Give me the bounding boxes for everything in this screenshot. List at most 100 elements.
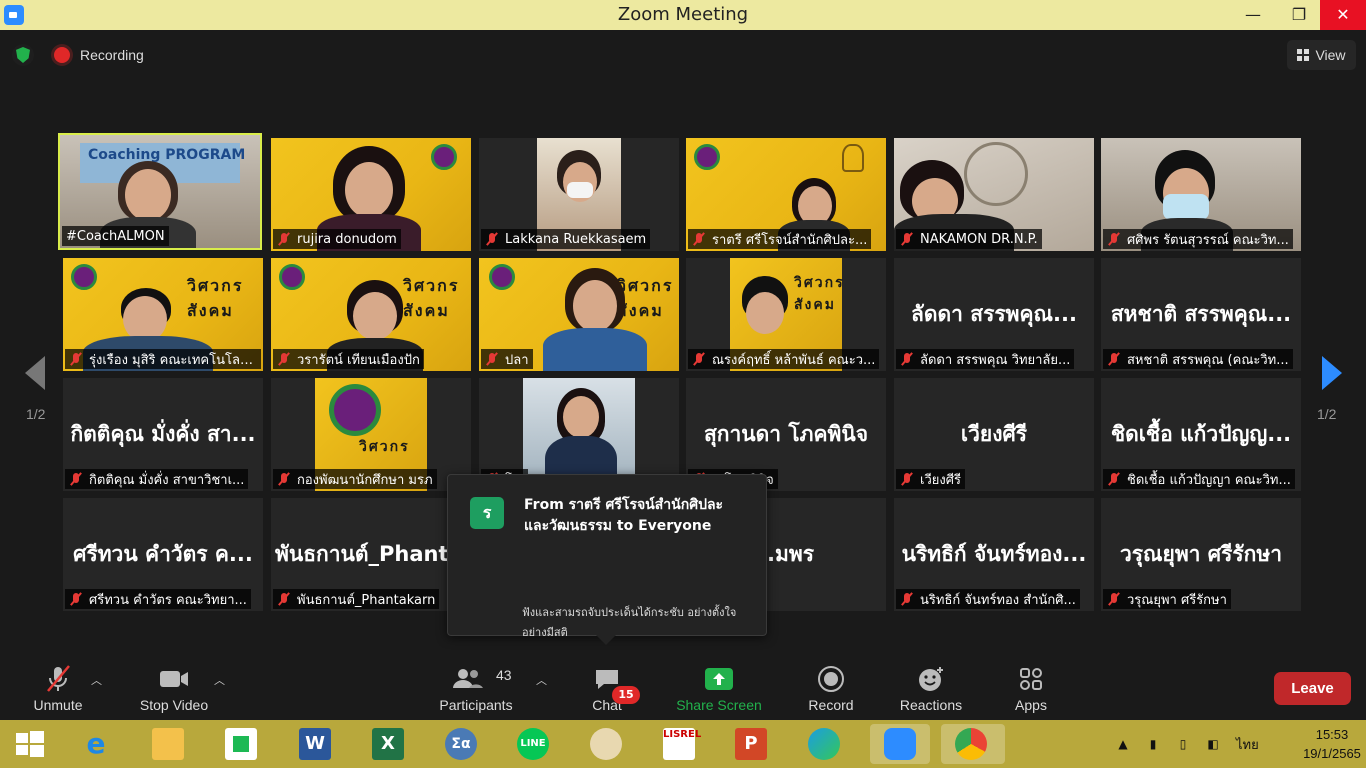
participant-display-name: กิตติคุณ มั่งคั่ง สา... — [70, 422, 256, 446]
chrome-icon — [955, 728, 987, 760]
taskbar-math-input[interactable]: Σα — [441, 724, 481, 764]
audio-options-chevron-icon[interactable]: ︿ — [91, 672, 102, 688]
participant-name: วรุณยุพา ศรีรักษา — [1127, 592, 1227, 608]
muted-mic-icon — [277, 472, 291, 486]
banner-text: วิศวกรสังคม — [403, 276, 460, 320]
taskbar-internet-explorer[interactable]: e — [76, 724, 116, 764]
participants-label: Participants — [439, 697, 513, 713]
video-tile[interactable]: rujira donudom — [271, 138, 471, 251]
stop-video-label: Stop Video — [139, 697, 209, 713]
participants-button[interactable]: 43 Participants — [430, 660, 522, 720]
participant-name-bar: ปลา — [481, 349, 533, 369]
start-button[interactable] — [10, 724, 50, 764]
video-tile[interactable]: ราตรี ศรีโรจน์สำนักศิปละ... — [686, 138, 886, 251]
video-tile[interactable]: วิศวกรสังคม รุ่งเรือง มุสิริ คณะเทคโนโลย… — [63, 258, 263, 371]
taskbar-powerpoint[interactable]: P — [731, 724, 771, 764]
stop-video-button[interactable]: Stop Video — [128, 660, 220, 720]
participant-name-bar: Lakkana Ruekkasaem — [481, 229, 651, 249]
title-bar: Zoom Meeting — ❐ ✕ — [0, 0, 1366, 30]
participant-name: สหชาติ สรรพคุณ (คณะวิท... — [1127, 352, 1289, 368]
apps-button[interactable]: Apps — [1005, 660, 1057, 720]
taskbar-zoom[interactable] — [870, 724, 930, 764]
name-only-tile[interactable]: นริทธิก์ จันทร์ทอง... นริทธิก์ จันทร์ทอง… — [894, 498, 1094, 611]
participant-name: วรารัตน์ เทียนเมืองปัก — [297, 352, 420, 368]
participant-face — [345, 162, 393, 218]
participant-display-name: ศรีทวน คำวัตร ค... — [73, 542, 253, 566]
video-tile[interactable]: วิศวกร กองพัฒนานักศึกษา มรภ — [271, 378, 471, 491]
apps-icon — [1020, 668, 1042, 690]
taskbar-paint[interactable] — [586, 724, 626, 764]
next-page-arrow-icon[interactable] — [1322, 356, 1342, 390]
video-tile[interactable]: NAKAMON DR.N.P. — [894, 138, 1094, 251]
window-title: Zoom Meeting — [617, 4, 749, 25]
participant-name: เวียงศีรี — [920, 472, 961, 488]
muted-mic-icon — [277, 232, 291, 246]
name-only-tile[interactable]: ชิดเชื้อ แก้วปัญญ... ชิดเชื้อ แก้วปัญญา … — [1101, 378, 1301, 491]
network-signal-icon[interactable]: ▮ — [1145, 737, 1161, 751]
participant-body — [543, 328, 647, 371]
close-button[interactable]: ✕ — [1320, 0, 1366, 30]
video-tile[interactable]: วิศวกรสังคม ปลา — [479, 258, 679, 371]
name-only-tile[interactable]: ศรีทวน คำวัตร ค... ศรีทวน คำวัตร คณะวิทย… — [63, 498, 263, 611]
taskbar-lisrel[interactable]: LISREL — [659, 724, 701, 764]
participants-options-chevron-icon[interactable]: ︿ — [536, 672, 547, 688]
video-tile[interactable]: Coaching PROGRAM #CoachALMON — [58, 133, 262, 250]
leave-button[interactable]: Leave — [1274, 672, 1351, 705]
share-screen-button[interactable]: Share Screen — [670, 660, 768, 720]
video-tile[interactable]: Lakkana Ruekkasaem — [479, 138, 679, 251]
participant-display-name: พันธกานต์_Phant... — [275, 542, 471, 566]
name-only-tile[interactable]: สหชาติ สรรพคุณ... สหชาติ สรรพคุณ (คณะวิท… — [1101, 258, 1301, 371]
taskbar-chrome[interactable] — [941, 724, 1005, 764]
taskbar-line[interactable]: LINE — [513, 724, 553, 764]
video-options-chevron-icon[interactable]: ︿ — [214, 672, 225, 688]
muted-mic-icon — [900, 472, 914, 486]
taskbar-file-explorer[interactable] — [148, 724, 188, 764]
muted-mic-icon — [1107, 592, 1121, 606]
volume-muted-icon[interactable]: ◧ — [1205, 737, 1221, 751]
reactions-smiley-icon — [919, 667, 943, 691]
reactions-button[interactable]: Reactions — [892, 660, 970, 720]
tray-expand-chevron-icon[interactable]: ▲ — [1115, 737, 1131, 751]
participant-display-name: ลัดดา สรรพคุณ... — [911, 302, 1077, 326]
zoom-icon — [884, 728, 916, 760]
name-only-tile[interactable]: ลัดดา สรรพคุณ... ลัดดา สรรพคุณ วิทยาลัย.… — [894, 258, 1094, 371]
participant-name-bar: ลัดดา สรรพคุณ วิทยาลัย... — [896, 349, 1075, 369]
participant-name-bar: NAKAMON DR.N.P. — [896, 229, 1042, 249]
math-icon: Σα — [445, 728, 477, 760]
battery-icon[interactable]: ▯ — [1175, 737, 1191, 751]
name-only-tile[interactable]: กิตติคุณ มั่งคั่ง สา... กิตติคุณ มั่งคั่… — [63, 378, 263, 491]
video-tile[interactable]: ศศิพร รัตนสุวรรณ์ คณะวิท... — [1101, 138, 1301, 251]
name-only-tile[interactable]: วรุณยุพา ศรีรักษา วรุณยุพา ศรีรักษา — [1101, 498, 1301, 611]
muted-mic-icon — [277, 592, 291, 606]
video-tile[interactable]: วิศวกรสังคม วรารัตน์ เทียนเมืองปัก — [271, 258, 471, 371]
security-shield-icon[interactable] — [12, 44, 34, 66]
video-tile[interactable]: วิศวกรสังคม ณรงค์ฤทธิ์ หล้าพันธ์ คณะว... — [686, 258, 886, 371]
record-label: Record — [808, 697, 854, 713]
unmute-label: Unmute — [33, 697, 83, 713]
minimize-button[interactable]: — — [1230, 0, 1276, 30]
unmute-button[interactable]: Unmute — [18, 660, 98, 720]
prev-page-arrow-icon[interactable] — [25, 356, 45, 390]
participant-name: พันธกานต์_Phantakarn — [297, 592, 436, 608]
edge-icon — [808, 728, 840, 760]
taskbar-excel[interactable]: X — [368, 724, 408, 764]
name-only-tile[interactable]: เวียงศีรี เวียงศีรี — [894, 378, 1094, 491]
taskbar-edge[interactable] — [804, 724, 844, 764]
view-button[interactable]: View — [1287, 40, 1356, 70]
recording-icon — [54, 47, 70, 63]
language-indicator[interactable]: ไทย — [1236, 734, 1259, 755]
name-only-tile[interactable]: พันธกานต์_Phant... พันธกานต์_Phantakarn — [271, 498, 471, 611]
muted-mic-icon — [277, 352, 291, 366]
record-button[interactable]: Record — [800, 660, 862, 720]
chat-notification-popup[interactable]: ร From ราตรี ศรีโรจน์สำนักศิปละและวัฒนธร… — [447, 474, 767, 645]
participant-display-name: เวียงศีรี — [960, 422, 1028, 446]
maximize-button[interactable]: ❐ — [1276, 0, 1322, 30]
taskbar-store[interactable] — [221, 724, 261, 764]
page-indicator-right: 1/2 — [1317, 406, 1337, 422]
system-clock[interactable]: 15:53 19/1/2565 — [1300, 725, 1364, 763]
muted-mic-icon — [900, 592, 914, 606]
university-logo-icon — [329, 384, 381, 436]
participant-name: #CoachALMON — [66, 228, 165, 244]
taskbar-word[interactable]: W — [295, 724, 335, 764]
participant-name-bar: ศศิพร รัตนสุวรรณ์ คณะวิท... — [1103, 229, 1293, 249]
